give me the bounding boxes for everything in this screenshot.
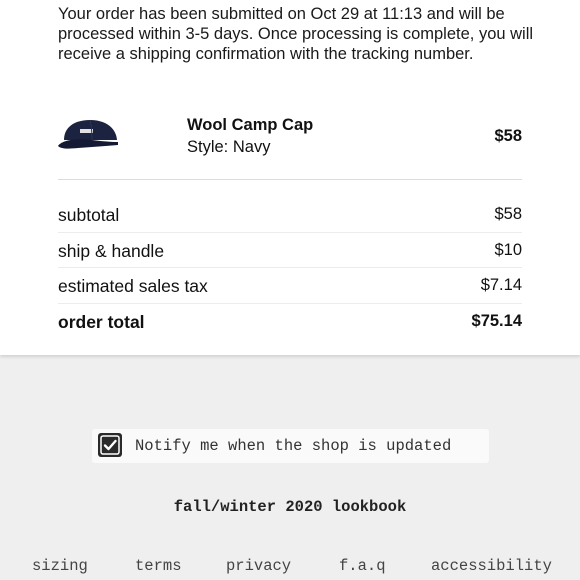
product-name[interactable]: Wool Camp Cap xyxy=(187,116,313,135)
total-value: $75.14 xyxy=(471,311,522,330)
order-item: Wool Camp Cap Style: Navy $58 xyxy=(0,100,580,180)
footer-link-sizing[interactable]: sizing xyxy=(32,557,88,575)
confirmation-message: Your order has been submitted on Oct 29 … xyxy=(58,5,534,63)
summary-row-total: order total $75.14 xyxy=(58,304,522,340)
tax-value: $7.14 xyxy=(480,276,522,294)
product-price: $58 xyxy=(494,127,522,145)
footer-link-faq[interactable]: f.a.q xyxy=(339,557,386,575)
footer-nav: sizing terms privacy f.a.q accessibility xyxy=(0,557,580,580)
lookbook-link[interactable]: fall/winter 2020 lookbook xyxy=(0,498,580,516)
order-summary: subtotal $58 ship & handle $10 estimated… xyxy=(58,197,522,339)
summary-row-tax: estimated sales tax $7.14 xyxy=(58,268,522,304)
subtotal-value: $58 xyxy=(494,205,522,223)
footer-link-privacy[interactable]: privacy xyxy=(226,557,291,575)
total-label: order total xyxy=(58,311,145,332)
cap-icon xyxy=(58,119,118,149)
notify-checkbox[interactable] xyxy=(98,433,122,457)
summary-row-shipping: ship & handle $10 xyxy=(58,233,522,268)
notify-toggle[interactable]: Notify me when the shop is updated xyxy=(92,429,489,463)
footer-link-terms[interactable]: terms xyxy=(135,557,182,575)
footer-link-accessibility[interactable]: accessibility xyxy=(431,557,552,575)
summary-row-subtotal: subtotal $58 xyxy=(58,197,522,233)
divider xyxy=(58,179,522,180)
shipping-label: ship & handle xyxy=(58,240,165,261)
product-style: Style: Navy xyxy=(187,138,271,156)
shipping-value: $10 xyxy=(494,240,522,259)
order-confirmation-card: Your order has been submitted on Oct 29 … xyxy=(0,0,580,355)
subtotal-label: subtotal xyxy=(58,205,120,225)
tax-label: estimated sales tax xyxy=(58,276,208,296)
checkmark-icon xyxy=(100,435,120,455)
notify-label: Notify me when the shop is updated xyxy=(135,437,452,455)
